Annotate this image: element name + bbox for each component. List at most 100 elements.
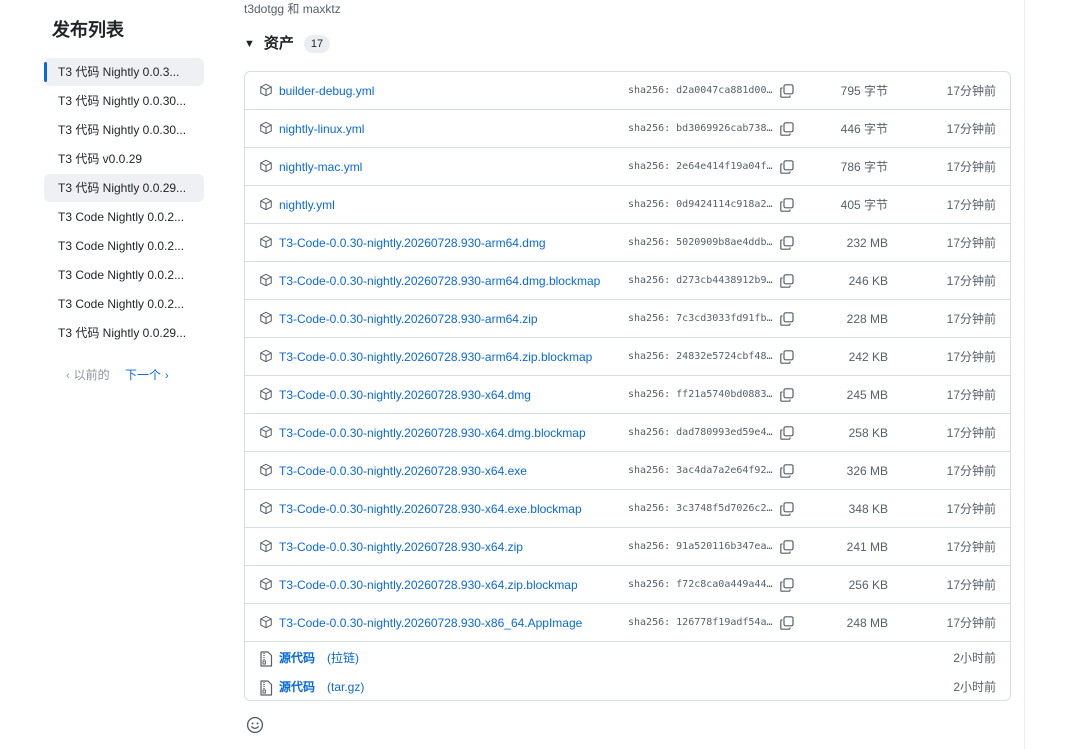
asset-size: 405 字节 bbox=[840, 198, 888, 212]
source-code-link[interactable]: 源代码 bbox=[279, 673, 315, 700]
copy-icon[interactable] bbox=[779, 387, 795, 403]
asset-time: 17分钟前 bbox=[946, 84, 996, 98]
sidebar-release-item[interactable]: T3 代码 v0.0.29 bbox=[44, 145, 204, 173]
next-label: 下一个 bbox=[125, 368, 162, 382]
asset-link[interactable]: nightly.yml bbox=[279, 186, 335, 224]
package-icon bbox=[259, 387, 273, 401]
copy-icon[interactable] bbox=[779, 121, 795, 137]
asset-row: T3-Code-0.0.30-nightly.20260728.930-x64.… bbox=[245, 566, 1010, 604]
asset-size: 241 MB bbox=[846, 540, 888, 554]
source-code-row: 源代码 (拉链) 2小时前 bbox=[245, 644, 1010, 673]
asset-time: 17分钟前 bbox=[946, 198, 996, 212]
asset-row: T3-Code-0.0.30-nightly.20260728.930-x64.… bbox=[245, 452, 1010, 490]
assets-toggle[interactable]: ▼ 资产 17 bbox=[244, 32, 331, 56]
sidebar-release-item[interactable]: T3 Code Nightly 0.0.2... bbox=[44, 203, 204, 231]
asset-link[interactable]: T3-Code-0.0.30-nightly.20260728.930-x86_… bbox=[279, 604, 582, 642]
package-icon bbox=[259, 197, 273, 211]
copy-icon[interactable] bbox=[779, 463, 795, 479]
copy-icon[interactable] bbox=[779, 349, 795, 365]
page-edge-divider bbox=[1024, 0, 1025, 749]
asset-time: 17分钟前 bbox=[946, 160, 996, 174]
asset-row: builder-debug.yml sha256: d2a0047ca881d00… bbox=[245, 72, 1010, 110]
package-icon bbox=[259, 311, 273, 325]
assets-list: builder-debug.yml sha256: d2a0047ca881d00… bbox=[244, 71, 1011, 701]
asset-row: nightly-linux.yml sha256: bd3069926cab738… bbox=[245, 110, 1010, 148]
asset-link[interactable]: builder-debug.yml bbox=[279, 72, 374, 110]
asset-size: 326 MB bbox=[846, 464, 888, 478]
asset-link[interactable]: T3-Code-0.0.30-nightly.20260728.930-arm6… bbox=[279, 262, 600, 300]
copy-icon[interactable] bbox=[779, 311, 795, 327]
triangle-down-icon: ▼ bbox=[244, 38, 255, 50]
package-icon bbox=[259, 425, 273, 439]
asset-sha256: sha256: bd3069926cab7381... bbox=[628, 123, 773, 134]
asset-link[interactable]: T3-Code-0.0.30-nightly.20260728.930-x64.… bbox=[279, 490, 582, 528]
asset-link[interactable]: T3-Code-0.0.30-nightly.20260728.930-x64.… bbox=[279, 528, 523, 566]
copy-icon[interactable] bbox=[779, 83, 795, 99]
asset-size: 248 MB bbox=[846, 616, 888, 630]
sidebar-release-item[interactable]: T3 代码 Nightly 0.0.30... bbox=[44, 87, 204, 115]
assets-count-badge: 17 bbox=[303, 35, 331, 53]
sidebar-release-item[interactable]: T3 Code Nightly 0.0.2... bbox=[44, 261, 204, 289]
copy-icon[interactable] bbox=[779, 615, 795, 631]
package-icon bbox=[259, 273, 273, 287]
asset-sha256: sha256: 126778f19adf54ab... bbox=[628, 617, 773, 628]
pagination: ‹ 以前的 下一个 › bbox=[44, 365, 204, 385]
sidebar-release-item[interactable]: T3 Code Nightly 0.0.2... bbox=[44, 290, 204, 318]
sidebar-release-item[interactable]: T3 代码 Nightly 0.0.29... bbox=[44, 174, 204, 202]
asset-link[interactable]: T3-Code-0.0.30-nightly.20260728.930-arm6… bbox=[279, 338, 592, 376]
previous-page-button[interactable]: ‹ 以前的 bbox=[62, 368, 110, 382]
copy-icon[interactable] bbox=[779, 539, 795, 555]
copy-icon[interactable] bbox=[779, 425, 795, 441]
package-icon bbox=[259, 121, 273, 135]
asset-link[interactable]: nightly-mac.yml bbox=[279, 148, 362, 186]
sidebar-release-item[interactable]: T3 代码 Nightly 0.0.3... bbox=[44, 58, 204, 86]
asset-size: 242 KB bbox=[848, 350, 888, 364]
chevron-left-icon: ‹ bbox=[66, 370, 70, 382]
package-icon bbox=[259, 463, 273, 477]
package-icon bbox=[259, 577, 273, 591]
copy-icon[interactable] bbox=[779, 501, 795, 517]
asset-link[interactable]: T3-Code-0.0.30-nightly.20260728.930-x64.… bbox=[279, 414, 586, 452]
sidebar-release-item[interactable]: T3 Code Nightly 0.0.2... bbox=[44, 232, 204, 260]
asset-sha256: sha256: 24832e5724cbf482... bbox=[628, 351, 773, 362]
copy-icon[interactable] bbox=[779, 577, 795, 593]
source-format[interactable]: (拉链) bbox=[327, 644, 359, 673]
asset-sha256: sha256: 7c3cd3033fd91fb9... bbox=[628, 313, 773, 324]
asset-link[interactable]: T3-Code-0.0.30-nightly.20260728.930-x64.… bbox=[279, 452, 527, 490]
source-code-link[interactable]: 源代码 bbox=[279, 644, 315, 673]
asset-link[interactable]: T3-Code-0.0.30-nightly.20260728.930-arm6… bbox=[279, 224, 546, 262]
copy-icon[interactable] bbox=[779, 159, 795, 175]
smiley-icon[interactable] bbox=[246, 716, 264, 734]
package-icon bbox=[259, 615, 273, 629]
copy-icon[interactable] bbox=[779, 197, 795, 213]
asset-sha256: sha256: 3ac4da7a2e64f92f... bbox=[628, 465, 773, 476]
package-icon bbox=[259, 83, 273, 97]
asset-size: 232 MB bbox=[846, 236, 888, 250]
asset-row: T3-Code-0.0.30-nightly.20260728.930-x64.… bbox=[245, 528, 1010, 566]
copy-icon[interactable] bbox=[779, 273, 795, 289]
copy-icon[interactable] bbox=[779, 235, 795, 251]
asset-link[interactable]: T3-Code-0.0.30-nightly.20260728.930-x64.… bbox=[279, 566, 578, 604]
asset-size: 348 KB bbox=[848, 502, 888, 516]
asset-time: 17分钟前 bbox=[946, 274, 996, 288]
asset-link[interactable]: T3-Code-0.0.30-nightly.20260728.930-x64.… bbox=[279, 376, 531, 414]
asset-time: 17分钟前 bbox=[946, 502, 996, 516]
sidebar-release-item[interactable]: T3 代码 Nightly 0.0.30... bbox=[44, 116, 204, 144]
asset-time: 17分钟前 bbox=[946, 426, 996, 440]
asset-sha256: sha256: 3c3748f5d7026c2b... bbox=[628, 503, 773, 514]
package-icon bbox=[259, 539, 273, 553]
release-list-sidebar: 发布列表 T3 代码 Nightly 0.0.3... T3 代码 Nightl… bbox=[44, 14, 204, 385]
asset-row: T3-Code-0.0.30-nightly.20260728.930-arm6… bbox=[245, 224, 1010, 262]
asset-sha256: sha256: d2a0047ca881d005... bbox=[628, 85, 773, 96]
package-icon bbox=[259, 501, 273, 515]
file-zip-icon bbox=[259, 651, 273, 667]
sidebar-release-item[interactable]: T3 代码 Nightly 0.0.29... bbox=[44, 319, 204, 347]
source-format[interactable]: (tar.gz) bbox=[327, 673, 364, 700]
asset-link[interactable]: T3-Code-0.0.30-nightly.20260728.930-arm6… bbox=[279, 300, 538, 338]
asset-time: 17分钟前 bbox=[946, 388, 996, 402]
asset-sha256: sha256: 0d9424114c918a23... bbox=[628, 199, 773, 210]
asset-time: 17分钟前 bbox=[946, 540, 996, 554]
asset-link[interactable]: nightly-linux.yml bbox=[279, 110, 364, 148]
next-page-button[interactable]: 下一个 › bbox=[125, 368, 173, 382]
file-zip-icon bbox=[259, 680, 273, 696]
